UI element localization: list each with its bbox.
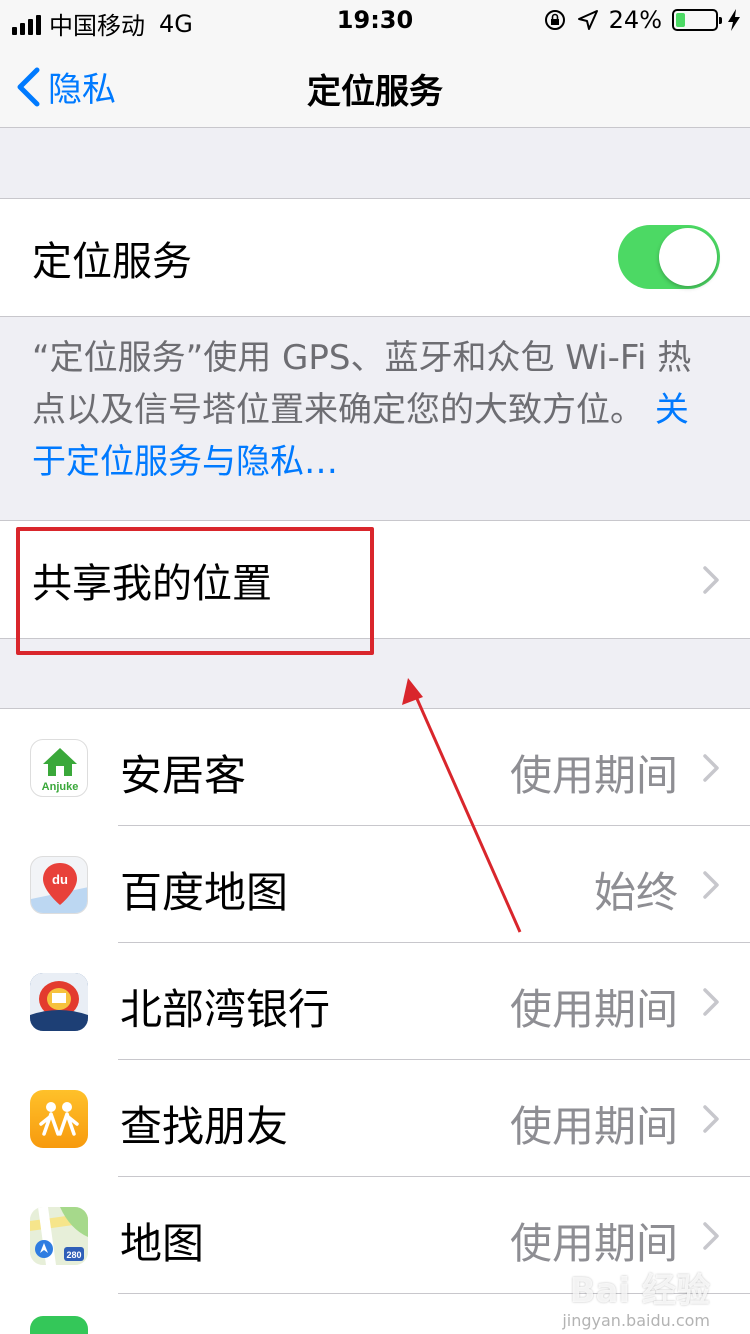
- messages-icon: [30, 1316, 88, 1334]
- anjuke-icon: Anjuke: [30, 739, 88, 797]
- location-services-toggle[interactable]: [618, 225, 720, 289]
- chevron-right-icon: [703, 988, 719, 1016]
- chevron-right-icon: [703, 871, 719, 899]
- baidu-map-icon: du: [30, 856, 88, 914]
- chevron-right-icon: [703, 566, 719, 594]
- chevron-right-icon: [703, 1105, 719, 1133]
- app-row-anjuke[interactable]: Anjuke 安居客 使用期间: [0, 709, 750, 826]
- app-name: 北部湾银行: [120, 985, 331, 1034]
- maps-icon: 280: [30, 1207, 88, 1265]
- toggle-knob: [659, 228, 717, 286]
- navigation-bar: 隐私 定位服务: [0, 40, 750, 128]
- app-permission: 使用期间: [509, 1219, 678, 1268]
- watermark-url: jingyan.baidu.com: [562, 1311, 710, 1330]
- status-bar: 中国移动 4G 19:30 24%: [0, 0, 750, 40]
- app-list: Anjuke 安居客 使用期间 du 百度地图 始终 北部湾银行 使用期间 查找…: [0, 708, 750, 1334]
- location-services-group: 定位服务: [0, 198, 750, 317]
- location-services-label: 定位服务: [32, 238, 192, 285]
- page-title: 定位服务: [307, 72, 443, 112]
- battery-fill: [676, 13, 686, 27]
- find-friends-icon: [30, 1090, 88, 1148]
- charging-bolt-icon: [728, 9, 740, 31]
- chevron-right-icon: [703, 1222, 719, 1250]
- svg-text:280: 280: [66, 1250, 81, 1260]
- annotation-highlight-box: [16, 527, 374, 655]
- app-permission: 始终: [593, 868, 678, 917]
- app-name: 百度地图: [120, 868, 289, 917]
- app-name: 地图: [120, 1219, 205, 1268]
- orientation-lock-icon: [544, 10, 565, 30]
- app-permission: 使用期间: [509, 751, 678, 800]
- app-permission: 使用期间: [509, 1102, 678, 1151]
- battery-icon: [672, 9, 722, 31]
- app-name: 查找朋友: [120, 1102, 289, 1151]
- description-text: “定位服务”使用 GPS、蓝牙和众包 Wi-Fi 热点以及信号塔位置来确定您的大…: [32, 338, 692, 430]
- location-services-description: “定位服务”使用 GPS、蓝牙和众包 Wi-Fi 热点以及信号塔位置来确定您的大…: [32, 332, 722, 488]
- app-row-baidu-map[interactable]: du 百度地图 始终: [0, 826, 750, 943]
- watermark-logo: Bai 经验: [569, 1271, 710, 1311]
- status-right: 24%: [543, 6, 740, 34]
- location-services-row: 定位服务: [0, 199, 750, 316]
- app-name: 安居客: [120, 751, 247, 800]
- svg-text:Anjuke: Anjuke: [42, 781, 79, 793]
- svg-text:du: du: [52, 872, 68, 887]
- beibuwan-bank-icon: [30, 973, 88, 1031]
- battery-percent: 24%: [608, 6, 662, 34]
- location-arrow-icon: [577, 10, 598, 30]
- app-row-find-friends[interactable]: 查找朋友 使用期间: [0, 1060, 750, 1177]
- chevron-right-icon: [703, 754, 719, 782]
- app-row-beibuwan-bank[interactable]: 北部湾银行 使用期间: [0, 943, 750, 1060]
- app-permission: 使用期间: [509, 985, 678, 1034]
